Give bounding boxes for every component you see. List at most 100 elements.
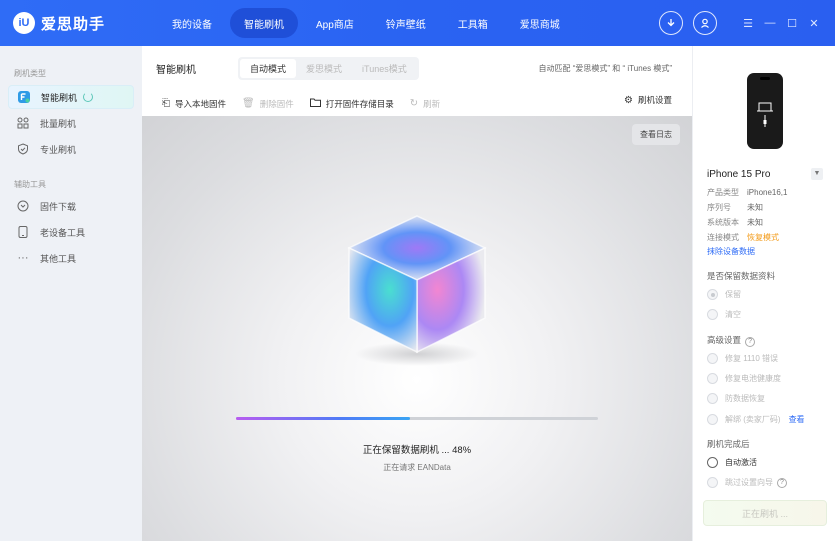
device-panel: iPhone 15 Pro ▼ 产品类型 iPhone16,1 序列号 未知 系统版… <box>692 46 835 541</box>
shield-check-icon <box>16 142 30 156</box>
info-value: 未知 <box>747 203 763 212</box>
info-value: iPhone16,1 <box>747 188 788 197</box>
import-icon: ⎗ <box>162 98 170 109</box>
sidebar-item-label: 老设备工具 <box>40 227 86 238</box>
advanced-settings-title: 高级设置? <box>707 334 756 347</box>
trash-icon: 🗑︎ <box>242 98 255 109</box>
radio-icon <box>707 373 718 384</box>
help-icon[interactable]: ? <box>745 337 756 347</box>
sidebar-item-batch-flash[interactable]: 批量刷机 <box>8 111 134 135</box>
flash-stage: 查看日志 正在保留数据刷机 ... 48% 正在请求 EANData <box>142 116 692 541</box>
nav-store[interactable]: 爱思商城 <box>506 8 574 38</box>
smart-flash-icon <box>17 90 31 104</box>
main-nav: 我的设备 智能刷机 App商店 铃声壁纸 工具箱 爱思商城 <box>158 0 578 46</box>
sidebar-item-label: 专业刷机 <box>40 144 77 155</box>
info-label: 序列号 <box>707 203 731 212</box>
minimize-icon[interactable]: — <box>759 17 781 29</box>
option-label: 修复电池健康度 <box>725 374 781 383</box>
phone-notch <box>760 77 770 80</box>
unlock-checkbox[interactable]: 解绑 (卖家厂码) 查看 <box>707 414 805 425</box>
sidebar-item-label: 批量刷机 <box>40 118 77 129</box>
info-value-warning: 恢复模式 <box>747 233 779 242</box>
view-link[interactable]: 查看 <box>789 414 805 425</box>
tab-i4-mode[interactable]: 爱思模式 <box>296 59 352 78</box>
delete-firmware-label: 删除固件 <box>259 98 294 109</box>
app-logo: iU 爱思助手 <box>13 12 158 34</box>
open-firmware-dir-label: 打开固件存储目录 <box>325 98 394 109</box>
menu-icon[interactable]: ☰ <box>737 17 759 30</box>
anti-recovery-checkbox[interactable]: 防数据恢复 <box>707 393 765 404</box>
auto-activate-radio[interactable]: 自动激活 <box>707 457 757 468</box>
flash-progress-bar <box>236 417 598 420</box>
help-icon[interactable]: ? <box>777 477 787 488</box>
device-phone-image <box>747 73 783 149</box>
close-icon[interactable]: ✕ <box>803 17 825 30</box>
refresh-button[interactable]: ↻ 刷新 <box>410 98 440 110</box>
clear-data-radio[interactable]: 清空 <box>707 309 741 320</box>
radio-icon <box>707 457 718 468</box>
nav-ringtones-wallpapers[interactable]: 铃声壁纸 <box>372 8 440 38</box>
after-flash-title: 刷机完成后 <box>707 439 750 449</box>
keep-data-title: 是否保留数据资料 <box>707 271 776 281</box>
flash-progress-fill <box>236 417 410 420</box>
gear-icon: ⚙ <box>624 94 633 106</box>
tab-itunes-mode[interactable]: iTunes模式 <box>352 59 417 78</box>
sidebar: 刷机类型 智能刷机 批量刷机 专业刷机 辅助工具 固件下载 老设备工具 ··· … <box>0 46 142 541</box>
maximize-icon[interactable]: ☐ <box>781 17 803 30</box>
nav-my-device[interactable]: 我的设备 <box>158 8 226 38</box>
keep-data-radio[interactable]: 保留 <box>707 289 741 300</box>
sidebar-group-tools: 辅助工具 <box>14 180 46 189</box>
option-label: 清空 <box>725 310 741 319</box>
device-info-row: 系统版本 未知 <box>707 215 787 230</box>
sidebar-item-firmware-download[interactable]: 固件下载 <box>8 194 134 218</box>
nav-app-store[interactable]: App商店 <box>302 8 368 38</box>
flash-status-text: 正在保留数据刷机 ... 48% <box>362 445 472 456</box>
flashing-button[interactable]: 正在刷机 ... <box>703 500 827 526</box>
radio-icon <box>707 477 718 488</box>
radio-icon <box>707 393 718 404</box>
sidebar-item-pro-flash[interactable]: 专业刷机 <box>8 137 134 161</box>
option-label: 保留 <box>725 290 741 299</box>
import-firmware-label: 导入本地固件 <box>175 98 227 109</box>
flashing-cube-icon <box>347 215 487 366</box>
device-select-dropdown[interactable]: ▼ <box>811 168 823 180</box>
loading-spinner-icon <box>83 92 94 102</box>
top-bar: iU 爱思助手 我的设备 智能刷机 App商店 铃声壁纸 工具箱 爱思商城 ☰ … <box>0 0 835 46</box>
auto-match-hint: 自动匹配 “爱思模式” 和 “ iTunes 模式” <box>538 64 672 73</box>
erase-device-link[interactable]: 抹除设备数据 <box>707 246 755 257</box>
info-label: 连接模式 <box>707 233 739 242</box>
sidebar-item-other-tools[interactable]: ··· 其他工具 <box>8 246 134 270</box>
page-title: 智能刷机 <box>156 64 196 76</box>
sidebar-item-label: 固件下载 <box>40 201 77 212</box>
option-label: 跳过设置向导 <box>725 478 773 487</box>
recovery-mode-icon <box>757 101 773 133</box>
advanced-settings-label: 高级设置 <box>707 335 742 345</box>
repair-battery-checkbox[interactable]: 修复电池健康度 <box>707 373 781 384</box>
sidebar-item-old-device-tools[interactable]: 老设备工具 <box>8 220 134 244</box>
tab-auto-mode[interactable]: 自动模式 <box>240 58 297 78</box>
repair-1110-checkbox[interactable]: 修复 1110 错误 <box>707 353 778 364</box>
nav-toolbox[interactable]: 工具箱 <box>444 8 502 38</box>
refresh-icon: ↻ <box>409 98 419 109</box>
device-info-row: 序列号 未知 <box>707 200 787 215</box>
view-log-button[interactable]: 查看日志 <box>632 124 680 145</box>
flash-settings-button[interactable]: ⚙ 刷机设置 <box>624 94 672 106</box>
flash-substatus-text: 正在请求 EANData <box>383 463 451 472</box>
device-info-row: 产品类型 iPhone16,1 <box>707 185 787 200</box>
option-label: 解绑 (卖家厂码) <box>725 415 781 424</box>
delete-firmware-button[interactable]: 🗑︎ 删除固件 <box>242 98 294 110</box>
import-firmware-button[interactable]: ⎗ 导入本地固件 <box>162 98 226 110</box>
main-panel: 智能刷机 自动模式 爱思模式 iTunes模式 自动匹配 “爱思模式” 和 “ … <box>142 46 692 541</box>
download-icon[interactable] <box>659 11 683 35</box>
open-firmware-dir-button[interactable]: 打开固件存储目录 <box>309 98 394 110</box>
skip-wizard-checkbox[interactable]: 跳过设置向导? <box>707 477 787 488</box>
refresh-label: 刷新 <box>423 98 441 109</box>
user-icon[interactable] <box>693 11 717 35</box>
nav-smart-flash[interactable]: 智能刷机 <box>230 8 298 38</box>
radio-icon <box>707 353 718 364</box>
radio-icon <box>707 309 718 320</box>
radio-icon <box>707 414 718 425</box>
sidebar-item-smart-flash[interactable]: 智能刷机 <box>8 85 134 109</box>
device-info: 产品类型 iPhone16,1 序列号 未知 系统版本 未知 连接模式 恢复模式 <box>707 185 787 245</box>
folder-icon <box>309 98 321 110</box>
